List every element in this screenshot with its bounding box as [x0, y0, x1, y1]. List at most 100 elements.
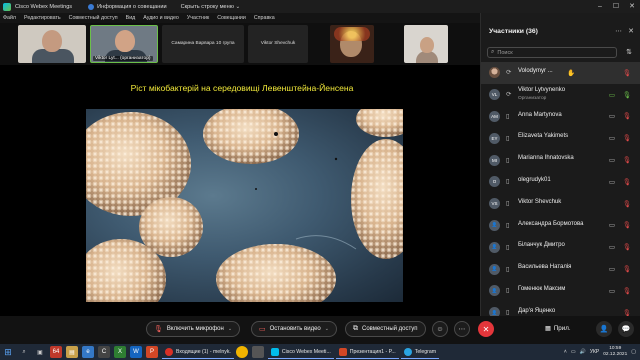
menu-file[interactable]: Файл [3, 15, 16, 21]
meeting-info-button[interactable]: Информация о совещании [88, 3, 167, 10]
taskbar-webex-task[interactable]: Cisco Webex Meeti... [267, 345, 334, 359]
camera-icon: ▭ [259, 326, 266, 333]
hide-menu-bar-label: Скрыть строку меню [180, 3, 234, 10]
mic-muted-icon[interactable]: 🎙 [623, 265, 631, 273]
app-icon-c[interactable]: C [98, 346, 110, 358]
avatar-placeholder-icon: 👤 [489, 285, 500, 297]
word-icon[interactable]: W [130, 346, 142, 358]
input-language[interactable]: УКР [590, 349, 599, 355]
mic-on-icon[interactable]: 🎙 [623, 91, 631, 99]
excel-icon[interactable]: X [114, 346, 126, 358]
task-view-icon[interactable]: ▣ [34, 346, 46, 358]
more-options-icon[interactable]: ⋯ [615, 27, 622, 35]
mic-muted-icon[interactable]: 🎙 [623, 287, 631, 295]
more-options-button[interactable]: ⋯ [454, 321, 470, 337]
participant-row[interactable]: 👤 ▯ Гоменюк Максим ▭ 🎙 [481, 280, 640, 302]
phone-sync-icon: ⟳ [506, 91, 512, 99]
participants-toggle-button[interactable]: 👤 [596, 321, 612, 337]
sort-icon[interactable]: ⇅ [626, 48, 632, 56]
powerpoint-icon[interactable]: P [146, 346, 158, 358]
taskbar-powerpoint-task[interactable]: Презентация1 - P... [335, 345, 399, 359]
video-tile-samarina[interactable]: Самарина Варвара 10 група [162, 25, 244, 63]
more-icon: ⋯ [458, 326, 466, 333]
hide-menu-bar-button[interactable]: Скрыть строку меню ⌄ [181, 4, 241, 10]
clock-date: 02.12.2021 [603, 352, 628, 357]
taskbar-clock[interactable]: 10:59 02.12.2021 [603, 346, 627, 358]
share-button[interactable]: ⧉ Совместный доступ [345, 321, 426, 337]
leave-meeting-button[interactable]: ✕ [478, 321, 494, 337]
participant-row[interactable]: VL ⟳ Viktor Lytvynenko Организатор ▭ 🎙 [481, 84, 640, 106]
video-tile-5[interactable] [330, 25, 374, 63]
participant-row[interactable]: VS ▯ Viktor Shevchuk 🎙 [481, 193, 640, 215]
close-window-icon[interactable]: ✕ [624, 0, 640, 13]
mic-muted-icon[interactable]: 🎙 [623, 178, 631, 186]
taskbar-chrome-task[interactable]: Входящие (1) - melnyk. [162, 345, 234, 359]
video-tile-shevchuk[interactable]: Viktor Shevchuk [248, 25, 308, 63]
mic-muted-icon[interactable]: 🎙 [623, 221, 631, 229]
stop-video-button[interactable]: ▭ Остановить видео ⌄ [251, 321, 337, 337]
taskbar-telegram-task[interactable]: Telegram [400, 345, 440, 359]
participant-row[interactable]: O ▯ olegrudyk01 ▭ 🎙 [481, 171, 640, 193]
camera-icon: ▭ [608, 135, 615, 143]
apps-button[interactable]: ▦ Прил. [545, 325, 571, 332]
share-screen-icon: ⧉ [353, 325, 358, 332]
file-explorer-icon[interactable]: ▤ [66, 346, 78, 358]
app-icon-yellow[interactable] [235, 346, 248, 358]
participant-name: Гоменюк Максим [518, 285, 566, 292]
maximize-icon[interactable]: ☐ [608, 0, 624, 13]
network-icon[interactable]: ▭ [571, 349, 576, 355]
volume-icon[interactable]: 🔊 [580, 349, 586, 355]
menu-edit[interactable]: Редактировать [24, 15, 61, 21]
menu-view[interactable]: Вид [126, 15, 136, 21]
participant-row[interactable]: 👤 ▯ Васильева Наталія ▭ 🎙 [481, 258, 640, 280]
notifications-icon[interactable]: ▢ [631, 349, 636, 355]
participant-search[interactable]: ⌕ [487, 47, 617, 58]
participant-row[interactable]: MI ▯ Marianna Ihnatovska ▭ 🎙 [481, 149, 640, 171]
mic-muted-icon[interactable]: 🎙 [623, 200, 631, 208]
mobile-icon: ▯ [506, 200, 510, 208]
smiley-icon: ☺ [436, 325, 444, 333]
edge-browser-icon[interactable]: e [82, 346, 94, 358]
menu-meeting[interactable]: Совещании [217, 15, 246, 21]
app-icon-gray[interactable] [251, 346, 264, 358]
search-icon[interactable]: ⌕ [18, 346, 30, 358]
menu-participant[interactable]: Участник [187, 15, 209, 21]
chat-toggle-button[interactable]: 💬 [618, 321, 634, 337]
video-tile-host[interactable]: Viktor Lyt... (организатор) [90, 25, 158, 63]
stop-video-label: Остановить видео [269, 326, 321, 332]
chevron-down-icon[interactable]: ⌄ [228, 326, 232, 332]
raised-hand-icon: ✋ [567, 69, 576, 77]
camera-icon: ▭ [608, 244, 615, 252]
reactions-button[interactable]: ☺ [432, 321, 448, 337]
mic-muted-icon[interactable]: 🎙 [623, 112, 631, 120]
start-windows-icon[interactable]: ⊞ [0, 344, 16, 360]
menu-share[interactable]: Совместный доступ [69, 15, 118, 21]
participant-row[interactable]: ⟳ Volodymyr ... ✋ 🎙 [481, 62, 640, 84]
mobile-icon: ▯ [506, 112, 510, 120]
avatar-placeholder-icon: 👤 [489, 241, 500, 253]
chevron-down-icon[interactable]: ⌄ [325, 326, 329, 332]
participant-row[interactable]: EY ▯ Elizaveta Yakimets ▭ 🎙 [481, 127, 640, 149]
menu-help[interactable]: Справка [254, 15, 275, 21]
tray-chevron-up-icon[interactable]: ˄ [564, 349, 567, 355]
menu-audio-video[interactable]: Аудио и видео [143, 15, 179, 21]
mic-muted-icon[interactable]: 🎙 [623, 69, 631, 77]
mobile-icon: ▯ [506, 265, 510, 273]
participant-row[interactable]: AM ▯ Anna Martynova ▭ 🎙 [481, 106, 640, 128]
video-tile-6[interactable] [404, 25, 448, 63]
unmute-button[interactable]: 🎙 Включить микрофон ⌄ [146, 321, 241, 337]
participant-search-input[interactable] [497, 49, 608, 56]
mobile-icon: ▯ [506, 156, 510, 164]
taskbar-task-label: Telegram [414, 348, 437, 355]
participant-row[interactable]: 👤 ▯ Александра Бормотова ▭ 🎙 [481, 215, 640, 237]
participant-row[interactable]: 👤 ▯ Біланчук Дмитро ▭ 🎙 [481, 236, 640, 258]
minimize-icon[interactable]: – [592, 0, 608, 13]
video-tile-1[interactable] [18, 25, 86, 63]
mic-muted-icon[interactable]: 🎙 [623, 243, 631, 251]
powerpoint-icon [338, 347, 347, 356]
mic-muted-icon[interactable]: 🎙 [623, 134, 631, 142]
mic-muted-icon[interactable]: 🎙 [623, 156, 631, 164]
app-icon-64[interactable]: 64 [50, 346, 62, 358]
close-panel-icon[interactable]: ✕ [628, 27, 634, 35]
presentation-slide: Ріст мікобактерій на середовищі Левенште… [82, 71, 403, 303]
